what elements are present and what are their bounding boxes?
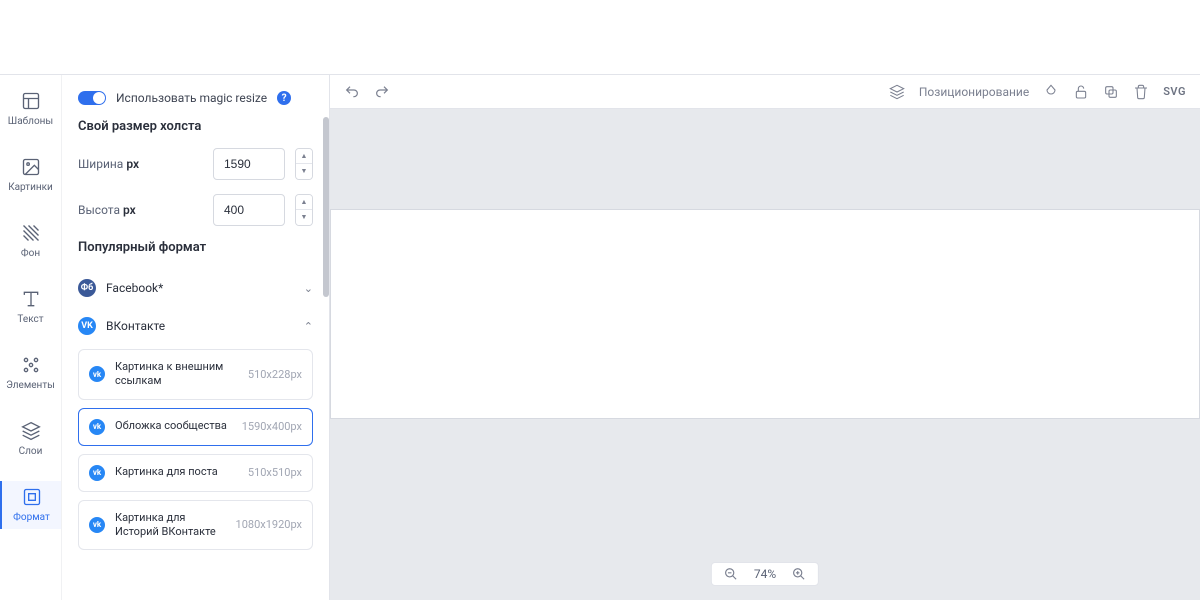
- left-nav: Шаблоны Картинки Фон Текст Элементы Слои…: [0, 75, 62, 600]
- format-group-facebook[interactable]: Фб Facebook* ⌄: [78, 269, 313, 307]
- height-step-up[interactable]: ▲: [296, 195, 312, 210]
- format-group-vkontakte[interactable]: VK ВКонтакте ⌃: [78, 307, 313, 345]
- vk-badge-icon: VK: [78, 317, 96, 335]
- canvas-viewport[interactable]: 74%: [330, 109, 1200, 600]
- vk-icon: vk: [89, 517, 105, 533]
- layers-icon: [21, 421, 41, 441]
- opacity-icon[interactable]: [1043, 84, 1059, 100]
- nav-label: Формат: [13, 512, 50, 523]
- width-step-down[interactable]: ▼: [296, 164, 312, 179]
- format-item-dims: 1590x400px: [242, 420, 302, 433]
- canvas-toolbar: Позиционирование SVG: [330, 75, 1200, 109]
- nav-text[interactable]: Текст: [0, 283, 61, 331]
- nav-elements[interactable]: Элементы: [0, 349, 61, 397]
- format-group-label: ВКонтакте: [106, 319, 294, 333]
- nav-images[interactable]: Картинки: [0, 151, 61, 199]
- zoom-out-button[interactable]: [724, 567, 738, 581]
- format-item-label: Обложка сообщества: [115, 419, 232, 433]
- format-item-label: Картинка к внешним ссылкам: [115, 360, 238, 389]
- chevron-down-icon: ⌄: [304, 282, 313, 295]
- vk-icon: vk: [89, 366, 105, 382]
- nav-format[interactable]: Формат: [0, 481, 61, 529]
- width-input[interactable]: [213, 148, 285, 180]
- format-group-label: Facebook*: [106, 281, 294, 295]
- elements-icon: [21, 355, 41, 375]
- redo-button[interactable]: [374, 84, 390, 100]
- format-item-dims: 510x228px: [248, 368, 302, 381]
- copy-icon[interactable]: [1103, 84, 1119, 100]
- format-icon: [22, 487, 42, 507]
- top-whitespace: [0, 0, 1200, 75]
- format-item-label: Картинка для поста: [115, 465, 238, 479]
- vk-format-list: vk Картинка к внешним ссылкам 510x228px …: [78, 349, 313, 550]
- format-item-post[interactable]: vk Картинка для поста 510x510px: [78, 454, 313, 492]
- section-custom-size: Свой размер холста: [78, 119, 313, 134]
- format-item-community-cover[interactable]: vk Обложка сообщества 1590x400px: [78, 408, 313, 446]
- nav-background[interactable]: Фон: [0, 217, 61, 265]
- positioning-button[interactable]: Позиционирование: [919, 85, 1029, 99]
- trash-icon[interactable]: [1133, 84, 1149, 100]
- background-icon: [21, 223, 41, 243]
- zoom-value: 74%: [754, 567, 776, 581]
- scrollbar-thumb[interactable]: [323, 117, 329, 297]
- layers-icon[interactable]: [889, 84, 905, 100]
- format-item-label: Картинка для Историй ВКонтакте: [115, 511, 226, 540]
- width-step-up[interactable]: ▲: [296, 149, 312, 164]
- nav-label: Элементы: [6, 380, 55, 391]
- nav-layers[interactable]: Слои: [0, 415, 61, 463]
- nav-label: Картинки: [8, 182, 53, 193]
- image-icon: [21, 157, 41, 177]
- facebook-badge-icon: Фб: [78, 279, 96, 297]
- vk-icon: vk: [89, 419, 105, 435]
- height-step-down[interactable]: ▼: [296, 210, 312, 225]
- unlock-icon[interactable]: [1073, 84, 1089, 100]
- height-input[interactable]: [213, 194, 285, 226]
- format-item-stories[interactable]: vk Картинка для Историй ВКонтакте 1080x1…: [78, 500, 313, 551]
- app-root: Шаблоны Картинки Фон Текст Элементы Слои…: [0, 0, 1200, 600]
- undo-button[interactable]: [344, 84, 360, 100]
- canvas-area: Позиционирование SVG 74%: [330, 75, 1200, 600]
- nav-label: Слои: [19, 446, 43, 457]
- chevron-up-icon: ⌃: [304, 320, 313, 333]
- nav-label: Шаблоны: [8, 116, 53, 127]
- width-label: Ширина px: [78, 157, 203, 171]
- zoom-in-button[interactable]: [792, 567, 806, 581]
- section-popular-format: Популярный формат: [78, 240, 313, 255]
- height-row: Высота px ▲ ▼: [78, 194, 313, 226]
- canvas-artboard[interactable]: [330, 209, 1200, 419]
- height-stepper: ▲ ▼: [295, 194, 313, 226]
- format-item-dims: 1080x1920px: [236, 518, 302, 531]
- nav-label: Текст: [17, 314, 43, 325]
- width-stepper: ▲ ▼: [295, 148, 313, 180]
- help-icon[interactable]: ?: [277, 91, 291, 105]
- zoom-control: 74%: [711, 562, 819, 586]
- text-icon: [21, 289, 41, 309]
- magic-resize-row: Использовать magic resize ?: [78, 91, 313, 105]
- format-item-external-link[interactable]: vk Картинка к внешним ссылкам 510x228px: [78, 349, 313, 400]
- vk-icon: vk: [89, 465, 105, 481]
- templates-icon: [21, 91, 41, 111]
- side-panel: Использовать magic resize ? Свой размер …: [62, 75, 330, 600]
- format-item-dims: 510x510px: [248, 466, 302, 479]
- magic-resize-toggle[interactable]: [78, 91, 106, 105]
- height-label: Высота px: [78, 203, 203, 217]
- svg-export-button[interactable]: SVG: [1163, 85, 1186, 98]
- width-row: Ширина px ▲ ▼: [78, 148, 313, 180]
- nav-label: Фон: [21, 248, 40, 259]
- magic-resize-label: Использовать magic resize: [116, 91, 267, 105]
- nav-templates[interactable]: Шаблоны: [0, 85, 61, 133]
